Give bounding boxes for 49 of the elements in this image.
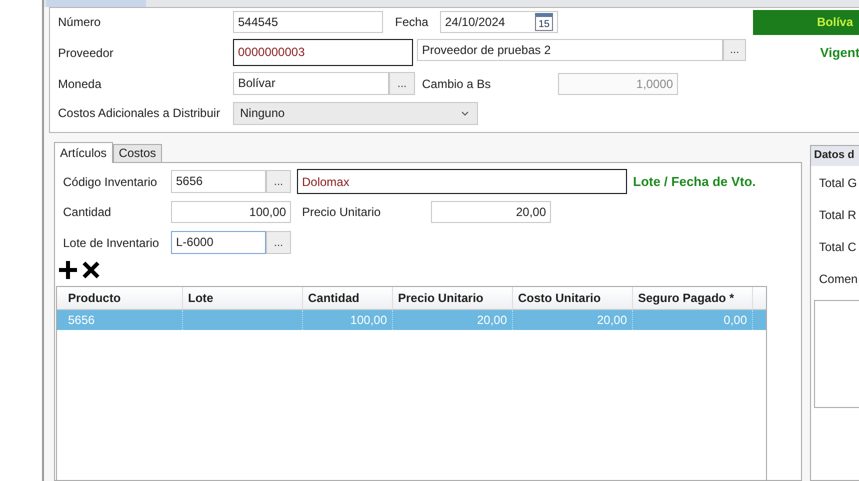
- numero-field[interactable]: 544545: [233, 11, 383, 33]
- lookup-button[interactable]: ...: [266, 231, 291, 254]
- total-label: Total G: [819, 176, 858, 190]
- column-header[interactable]: Lote: [183, 287, 303, 309]
- precio-label: Precio Unitario: [302, 205, 382, 219]
- caret-icon: [461, 110, 469, 116]
- total-label: Total R: [819, 208, 856, 222]
- quantity-field[interactable]: 100,00: [171, 201, 291, 223]
- proveedor-label: Proveedor: [58, 46, 114, 60]
- column-header[interactable]: Producto: [63, 287, 183, 309]
- description-field: Dolomax: [297, 169, 627, 194]
- column-header[interactable]: Cantidad: [303, 287, 393, 309]
- exchange-rate-field: 1,0000: [558, 72, 678, 94]
- inventory-code-field[interactable]: 5656: [171, 170, 266, 193]
- tab[interactable]: Costos: [112, 144, 162, 162]
- column-header[interactable]: Precio Unitario: [393, 287, 513, 309]
- table-cell: 0,00: [724, 313, 747, 327]
- lookup-button[interactable]: ...: [266, 170, 291, 193]
- add-icon[interactable]: [57, 259, 79, 281]
- side-panel-title: Datos d: [811, 146, 859, 166]
- lot-field[interactable]: L-6000: [171, 231, 266, 254]
- delete-icon[interactable]: [81, 260, 101, 280]
- column-header[interactable]: Costo Unitario: [513, 287, 633, 309]
- currency-field[interactable]: Bolívar: [233, 72, 389, 95]
- costs-dropdown[interactable]: Ninguno: [233, 102, 478, 124]
- table-cell: 20,00: [476, 313, 507, 327]
- fecha-label: Fecha: [395, 15, 430, 29]
- numero-label: Número: [58, 15, 102, 29]
- lot-expiry-link[interactable]: Lote / Fecha de Vto.: [633, 174, 756, 189]
- cantidad-label: Cantidad: [63, 205, 112, 219]
- status-banner: Bolíva: [753, 10, 859, 34]
- unit-price-field[interactable]: 20,00: [431, 201, 551, 223]
- tab[interactable]: Artículos: [54, 142, 113, 163]
- total-label: Total C: [819, 240, 856, 254]
- moneda-label: Moneda: [58, 76, 102, 90]
- lookup-button[interactable]: ...: [723, 39, 746, 61]
- supplier-name-field[interactable]: Proveedor de pruebas 2: [417, 39, 723, 61]
- calendar-icon[interactable]: 15: [535, 13, 553, 31]
- total-label: Comen: [819, 272, 858, 286]
- column-header[interactable]: Seguro Pagado *: [633, 287, 753, 309]
- table-cell: 100,00: [350, 313, 387, 327]
- lote-label: Lote de Inventario: [63, 236, 160, 250]
- supplier-code-field[interactable]: 0000000003: [233, 39, 413, 66]
- lookup-button[interactable]: ...: [389, 72, 415, 95]
- table-cell: 5656: [68, 313, 95, 327]
- codigo-label: Código Inventario: [63, 174, 158, 188]
- cambio-label: Cambio a Bs: [422, 76, 492, 90]
- costos-label: Costos Adicionales a Distribuir: [58, 106, 222, 120]
- table-cell: 20,00: [596, 313, 627, 327]
